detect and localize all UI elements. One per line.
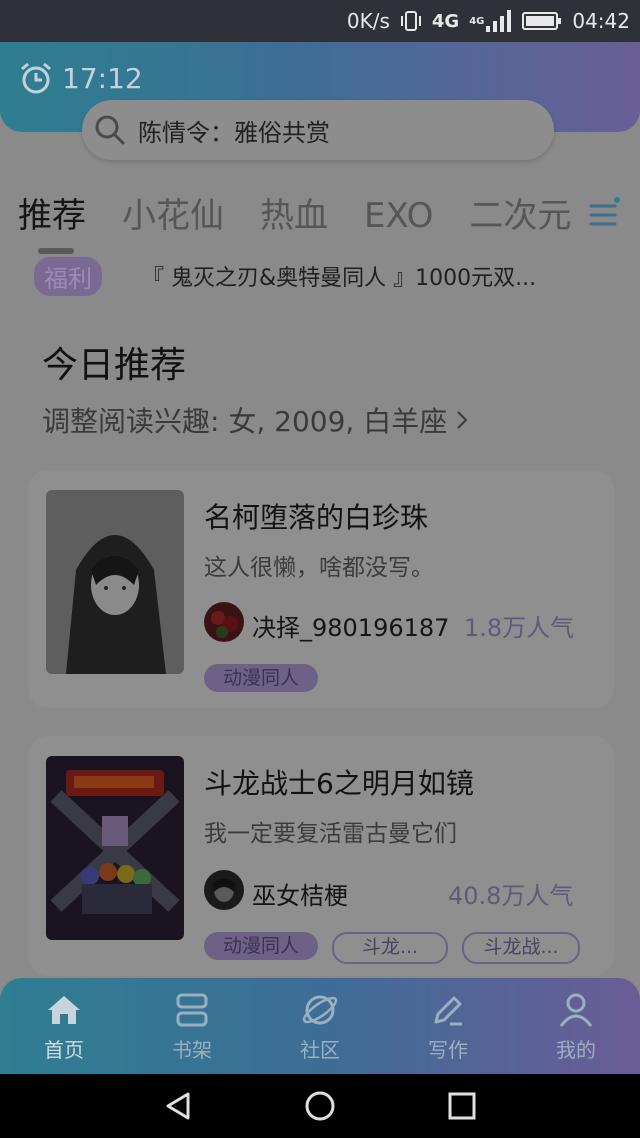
vibrate-icon bbox=[400, 10, 422, 32]
genre-tag[interactable]: 动漫同人 bbox=[204, 932, 318, 960]
book-title: 名柯堕落的白珍珠 bbox=[204, 501, 429, 534]
system-navigation-bar bbox=[0, 1074, 640, 1138]
chevron-right-icon bbox=[457, 411, 468, 429]
nav-community[interactable]: 社区 bbox=[256, 978, 384, 1074]
search-bar[interactable]: 陈情令：雅俗共赏 bbox=[82, 100, 554, 160]
book-card[interactable]: 名柯堕落的白珍珠 这人很懒，啥都没写。 决择_980196187 1.8万人气 … bbox=[28, 470, 614, 708]
status-bar: 0K/s 4G 4G 04:42 bbox=[0, 0, 640, 42]
promo-notice[interactable]: 福利 『 鬼灭之刃&奥特曼同人 』1000元双... bbox=[34, 256, 600, 296]
interest-settings-text: 调整阅读兴趣: 女, 2009, 白羊座 bbox=[42, 405, 448, 438]
search-icon bbox=[95, 115, 125, 145]
battery-icon bbox=[522, 11, 562, 31]
nav-label: 书架 bbox=[172, 1037, 212, 1062]
book-description: 这人很懒，啥都没写。 bbox=[204, 555, 434, 581]
tab-erciyuan[interactable]: 二次元 bbox=[469, 188, 571, 237]
nav-label: 首页 bbox=[44, 1037, 84, 1062]
book-cover bbox=[46, 490, 184, 674]
notice-text: 『 鬼灭之刃&奥特曼同人 』1000元双... bbox=[142, 266, 537, 291]
home-icon bbox=[48, 995, 80, 1024]
avatar bbox=[204, 602, 244, 642]
back-icon[interactable] bbox=[162, 1090, 194, 1122]
alarm-indicator: 17:12 bbox=[18, 60, 143, 96]
user-icon bbox=[559, 993, 593, 1027]
network-type-2: 4G bbox=[469, 15, 485, 27]
tab-recommend[interactable]: 推荐 bbox=[18, 188, 86, 237]
tab-rexue[interactable]: 热血 bbox=[260, 188, 328, 237]
pen-icon bbox=[434, 996, 462, 1025]
popularity-count: 40.8万人气 bbox=[448, 882, 574, 910]
nav-label: 写作 bbox=[428, 1037, 468, 1062]
bookshelf-icon bbox=[176, 993, 208, 1026]
book-cover bbox=[46, 756, 184, 940]
author-name: 巫女桔梗 bbox=[252, 882, 348, 910]
welfare-badge: 福利 bbox=[34, 256, 102, 296]
nav-profile[interactable]: 我的 bbox=[512, 978, 640, 1074]
home-button-icon[interactable] bbox=[304, 1090, 336, 1122]
net-speed: 0K/s bbox=[346, 9, 390, 33]
book-title: 斗龙战士6之明月如镜 bbox=[204, 767, 474, 800]
nav-label: 我的 bbox=[556, 1037, 596, 1062]
tab-exo[interactable]: EXO bbox=[364, 196, 433, 236]
tab-xiaohuaxian[interactable]: 小花仙 bbox=[122, 188, 224, 237]
status-time: 04:42 bbox=[572, 9, 630, 33]
alarm-time: 17:12 bbox=[62, 61, 143, 95]
category-tabs: 推荐 小花仙 热血 EXO 二次元 bbox=[18, 188, 608, 244]
bottom-navigation: 首页 书架 社区 写作 我的 bbox=[0, 978, 640, 1074]
active-tab-indicator bbox=[38, 248, 74, 254]
nav-bookshelf[interactable]: 书架 bbox=[128, 978, 256, 1074]
book-description: 我一定要复活雷古曼它们 bbox=[204, 821, 457, 847]
network-type: 4G bbox=[431, 10, 460, 32]
section-title: 今日推荐 bbox=[42, 345, 187, 386]
author-name: 决择_980196187 bbox=[252, 614, 450, 642]
book-card[interactable]: 斗龙战士6之明月如镜 我一定要复活雷古曼它们 巫女桔梗 40.8万人气 动漫同人… bbox=[28, 736, 614, 976]
avatar bbox=[204, 870, 244, 910]
nav-label: 社区 bbox=[300, 1037, 340, 1062]
recent-apps-icon[interactable] bbox=[446, 1090, 478, 1122]
planet-icon bbox=[302, 995, 338, 1024]
category-menu-icon[interactable] bbox=[585, 196, 623, 234]
popularity-count: 1.8万人气 bbox=[464, 614, 575, 642]
signal-icon: 4G bbox=[469, 10, 512, 32]
nav-home[interactable]: 首页 bbox=[0, 978, 128, 1074]
alarm-clock-icon bbox=[21, 62, 51, 94]
nav-write[interactable]: 写作 bbox=[384, 978, 512, 1074]
genre-tag[interactable]: 动漫同人 bbox=[204, 664, 318, 692]
interest-settings-link[interactable]: 调整阅读兴趣: 女, 2009, 白羊座 bbox=[42, 400, 469, 440]
genre-tag[interactable]: 斗龙... bbox=[332, 932, 448, 964]
genre-tag[interactable]: 斗龙战... bbox=[462, 932, 580, 964]
search-placeholder: 陈情令：雅俗共赏 bbox=[138, 118, 330, 147]
